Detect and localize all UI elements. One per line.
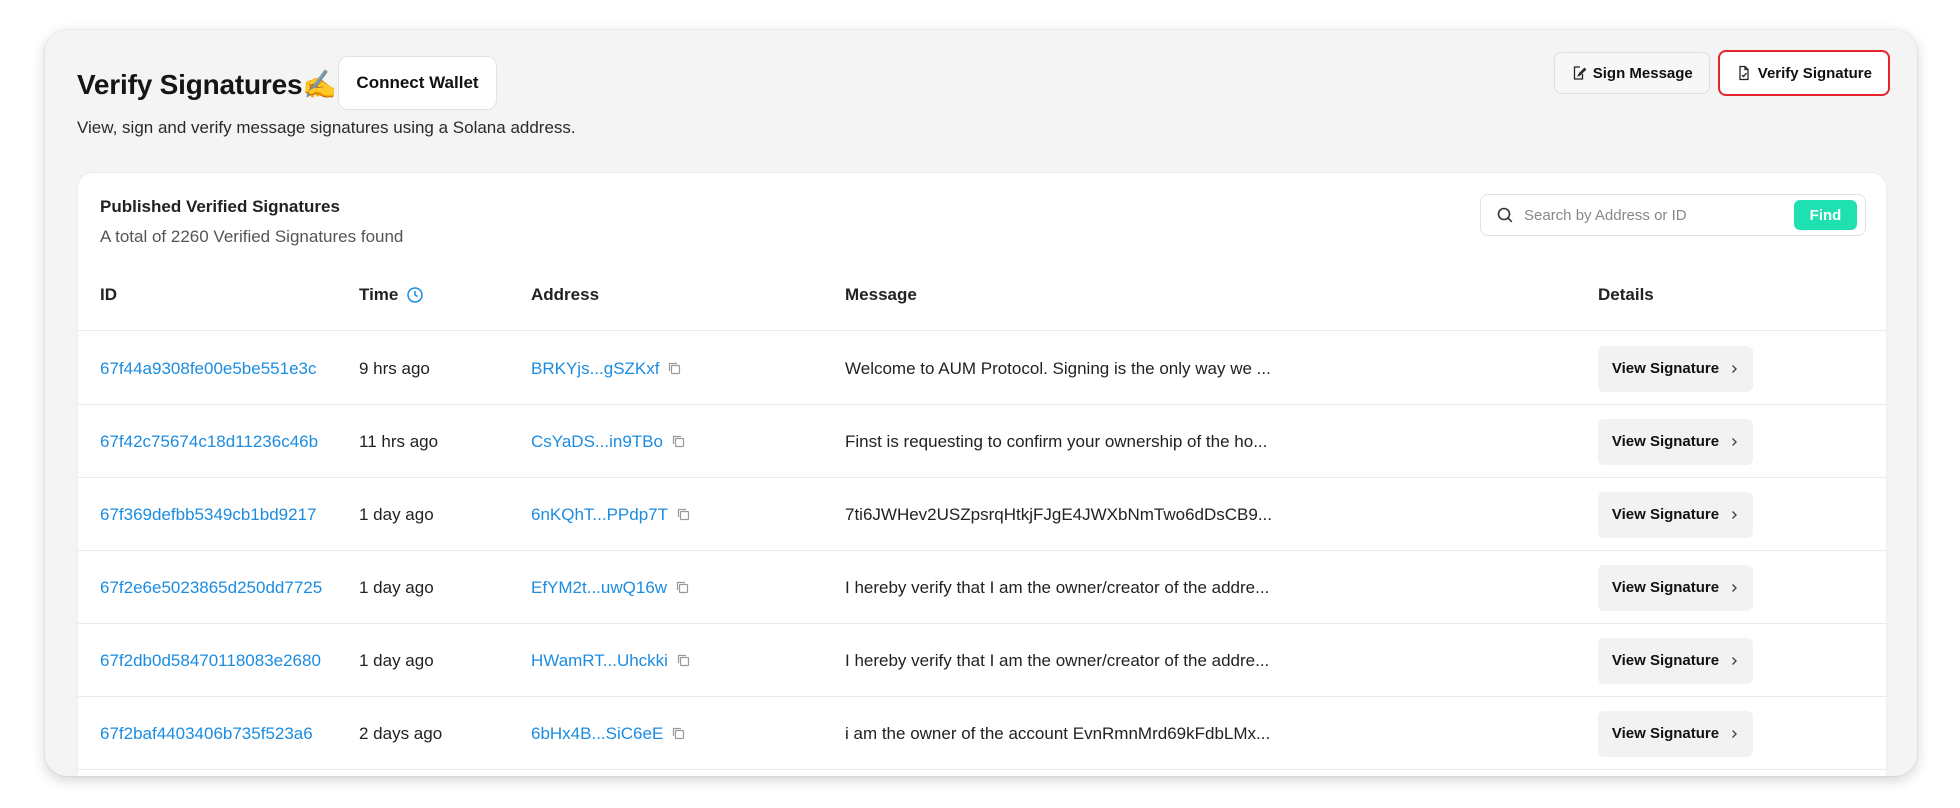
search-icon — [1497, 207, 1513, 223]
page-subtitle: View, sign and verify message signatures… — [77, 118, 576, 137]
connect-wallet-button[interactable]: Connect Wallet — [338, 56, 497, 110]
copy-icon[interactable] — [676, 507, 691, 522]
address-cell: EfYM2t...uwQ16w — [531, 551, 690, 624]
view-signature-label: View Signature — [1611, 652, 1720, 669]
signature-id-link[interactable]: 67f2baf4403406b735f523a6 — [100, 697, 313, 770]
table-row: 67f369defbb5349cb1bd9217 1 day ago 6nKQh… — [78, 478, 1886, 551]
message-text: Welcome to AUM Protocol. Signing is the … — [845, 358, 1271, 378]
copy-icon[interactable] — [671, 434, 686, 449]
view-signature-button[interactable]: View Signature — [1598, 710, 1753, 757]
view-signature-label: View Signature — [1611, 360, 1720, 377]
header-id: ID — [100, 285, 117, 304]
view-signature-button[interactable]: View Signature — [1598, 418, 1753, 465]
sign-message-button[interactable]: Sign Message — [1553, 52, 1710, 94]
header-time[interactable]: Time — [359, 285, 424, 305]
message-cell: I hereby verify that I am the owner/crea… — [845, 624, 1295, 697]
table-header: ID Time Address Message Details — [78, 261, 1886, 331]
details-cell: View Signature — [1598, 697, 1753, 770]
details-cell: View Signature — [1598, 551, 1753, 624]
signature-time: 9 hrs ago — [359, 358, 430, 378]
signature-id-link[interactable]: 67f42c75674c18d11236c46b — [100, 405, 318, 478]
verify-signature-label: Verify Signature — [1757, 64, 1872, 82]
header-message: Message — [845, 285, 917, 304]
address-cell: BRKYjs...gSZKxf — [531, 332, 682, 405]
signature-id-link[interactable]: 67f369defbb5349cb1bd9217 — [100, 478, 317, 551]
view-signature-label: View Signature — [1611, 433, 1720, 450]
address-link[interactable]: 6nKQhT...PPdp7T — [531, 505, 668, 525]
verify-signature-button[interactable]: Verify Signature — [1717, 50, 1890, 96]
table-row: 67f44a9308fe00e5be551e3c 9 hrs ago BRKYj… — [78, 332, 1886, 405]
message-text: 7ti6JWHev2USZpsrqHtkjFJgE4JWXbNmTwo6dDsC… — [845, 504, 1273, 524]
address-cell: 6bHx4B...SiC6eE — [531, 697, 686, 770]
message-cell: i am the owner of the account EvnRmnMrd6… — [845, 697, 1295, 770]
message-text: I hereby verify that I am the owner/crea… — [845, 577, 1270, 597]
signature-count: A total of 2260 Verified Signatures foun… — [100, 227, 404, 246]
address-cell: HWamRT...Uhckki — [531, 624, 691, 697]
card-title: Published Verified Signatures — [100, 197, 340, 216]
copy-icon[interactable] — [667, 361, 682, 376]
details-cell: View Signature — [1598, 332, 1753, 405]
sign-message-label: Sign Message — [1592, 64, 1693, 82]
edit-document-icon — [1573, 66, 1587, 80]
view-signature-button[interactable]: View Signature — [1598, 491, 1753, 538]
message-text: i am the owner of the account EvnRmnMrd6… — [845, 723, 1271, 743]
copy-icon[interactable] — [675, 580, 690, 595]
signature-time: 1 day ago — [359, 650, 434, 670]
view-signature-button[interactable]: View Signature — [1598, 637, 1753, 684]
chevron-right-icon — [1732, 656, 1738, 665]
address-link[interactable]: EfYM2t...uwQ16w — [531, 578, 667, 598]
message-text: I hereby verify that I am the owner/crea… — [845, 650, 1270, 670]
signature-time: 1 day ago — [359, 577, 434, 597]
view-signature-label: View Signature — [1611, 725, 1720, 742]
chevron-right-icon — [1732, 729, 1738, 738]
table-body: 67f44a9308fe00e5be551e3c 9 hrs ago BRKYj… — [78, 332, 1886, 770]
address-link[interactable]: 6bHx4B...SiC6eE — [531, 724, 663, 744]
document-check-icon — [1739, 65, 1749, 81]
details-cell: View Signature — [1598, 405, 1753, 478]
table-row: 67f2e6e5023865d250dd7725 1 day ago EfYM2… — [78, 551, 1886, 624]
message-cell: 7ti6JWHev2USZpsrqHtkjFJgE4JWXbNmTwo6dDsC… — [845, 478, 1295, 551]
table-row: 67f2baf4403406b735f523a6 2 days ago 6bHx… — [78, 697, 1886, 770]
view-signature-button[interactable]: View Signature — [1598, 564, 1753, 611]
address-link[interactable]: HWamRT...Uhckki — [531, 651, 668, 671]
signatures-card: Published Verified Signatures A total of… — [77, 172, 1887, 776]
chevron-right-icon — [1732, 510, 1738, 519]
chevron-right-icon — [1732, 583, 1738, 592]
header-details: Details — [1598, 285, 1654, 304]
details-cell: View Signature — [1598, 624, 1753, 697]
address-link[interactable]: CsYaDS...in9TBo — [531, 432, 663, 452]
chevron-right-icon — [1732, 364, 1738, 373]
address-cell: 6nKQhT...PPdp7T — [531, 478, 691, 551]
search-input[interactable] — [1524, 206, 1794, 224]
table-row: 67f2db0d58470118083e2680 1 day ago HWamR… — [78, 624, 1886, 697]
copy-icon[interactable] — [676, 653, 691, 668]
signature-time: 11 hrs ago — [359, 431, 439, 451]
message-cell: Finst is requesting to confirm your owne… — [845, 405, 1295, 478]
message-cell: I hereby verify that I am the owner/crea… — [845, 551, 1295, 624]
signature-time: 1 day ago — [359, 504, 434, 524]
message-text: Finst is requesting to confirm your owne… — [845, 431, 1268, 451]
find-button[interactable]: Find — [1794, 200, 1857, 230]
clock-icon[interactable] — [406, 286, 424, 304]
app-window: Verify Signatures✍️ Connect Wallet View,… — [45, 30, 1917, 776]
view-signature-button[interactable]: View Signature — [1598, 345, 1753, 392]
message-cell: Welcome to AUM Protocol. Signing is the … — [845, 332, 1295, 405]
page-title: Verify Signatures✍️ — [77, 68, 338, 100]
header-address: Address — [531, 285, 600, 304]
signature-id-link[interactable]: 67f2e6e5023865d250dd7725 — [100, 551, 322, 624]
header-time-label: Time — [359, 285, 399, 304]
view-signature-label: View Signature — [1611, 579, 1720, 596]
top-actions: Sign Message Verify Signature — [1553, 50, 1890, 96]
signature-id-link[interactable]: 67f44a9308fe00e5be551e3c — [100, 332, 317, 405]
copy-icon[interactable] — [671, 726, 686, 741]
signature-id-link[interactable]: 67f2db0d58470118083e2680 — [100, 624, 321, 697]
search-box: Find — [1480, 194, 1866, 236]
address-link[interactable]: BRKYjs...gSZKxf — [531, 359, 659, 379]
chevron-right-icon — [1732, 437, 1738, 446]
table-row: 67f42c75674c18d11236c46b 11 hrs ago CsYa… — [78, 405, 1886, 478]
signature-time: 2 days ago — [359, 723, 443, 743]
view-signature-label: View Signature — [1611, 506, 1720, 523]
details-cell: View Signature — [1598, 478, 1753, 551]
address-cell: CsYaDS...in9TBo — [531, 405, 686, 478]
